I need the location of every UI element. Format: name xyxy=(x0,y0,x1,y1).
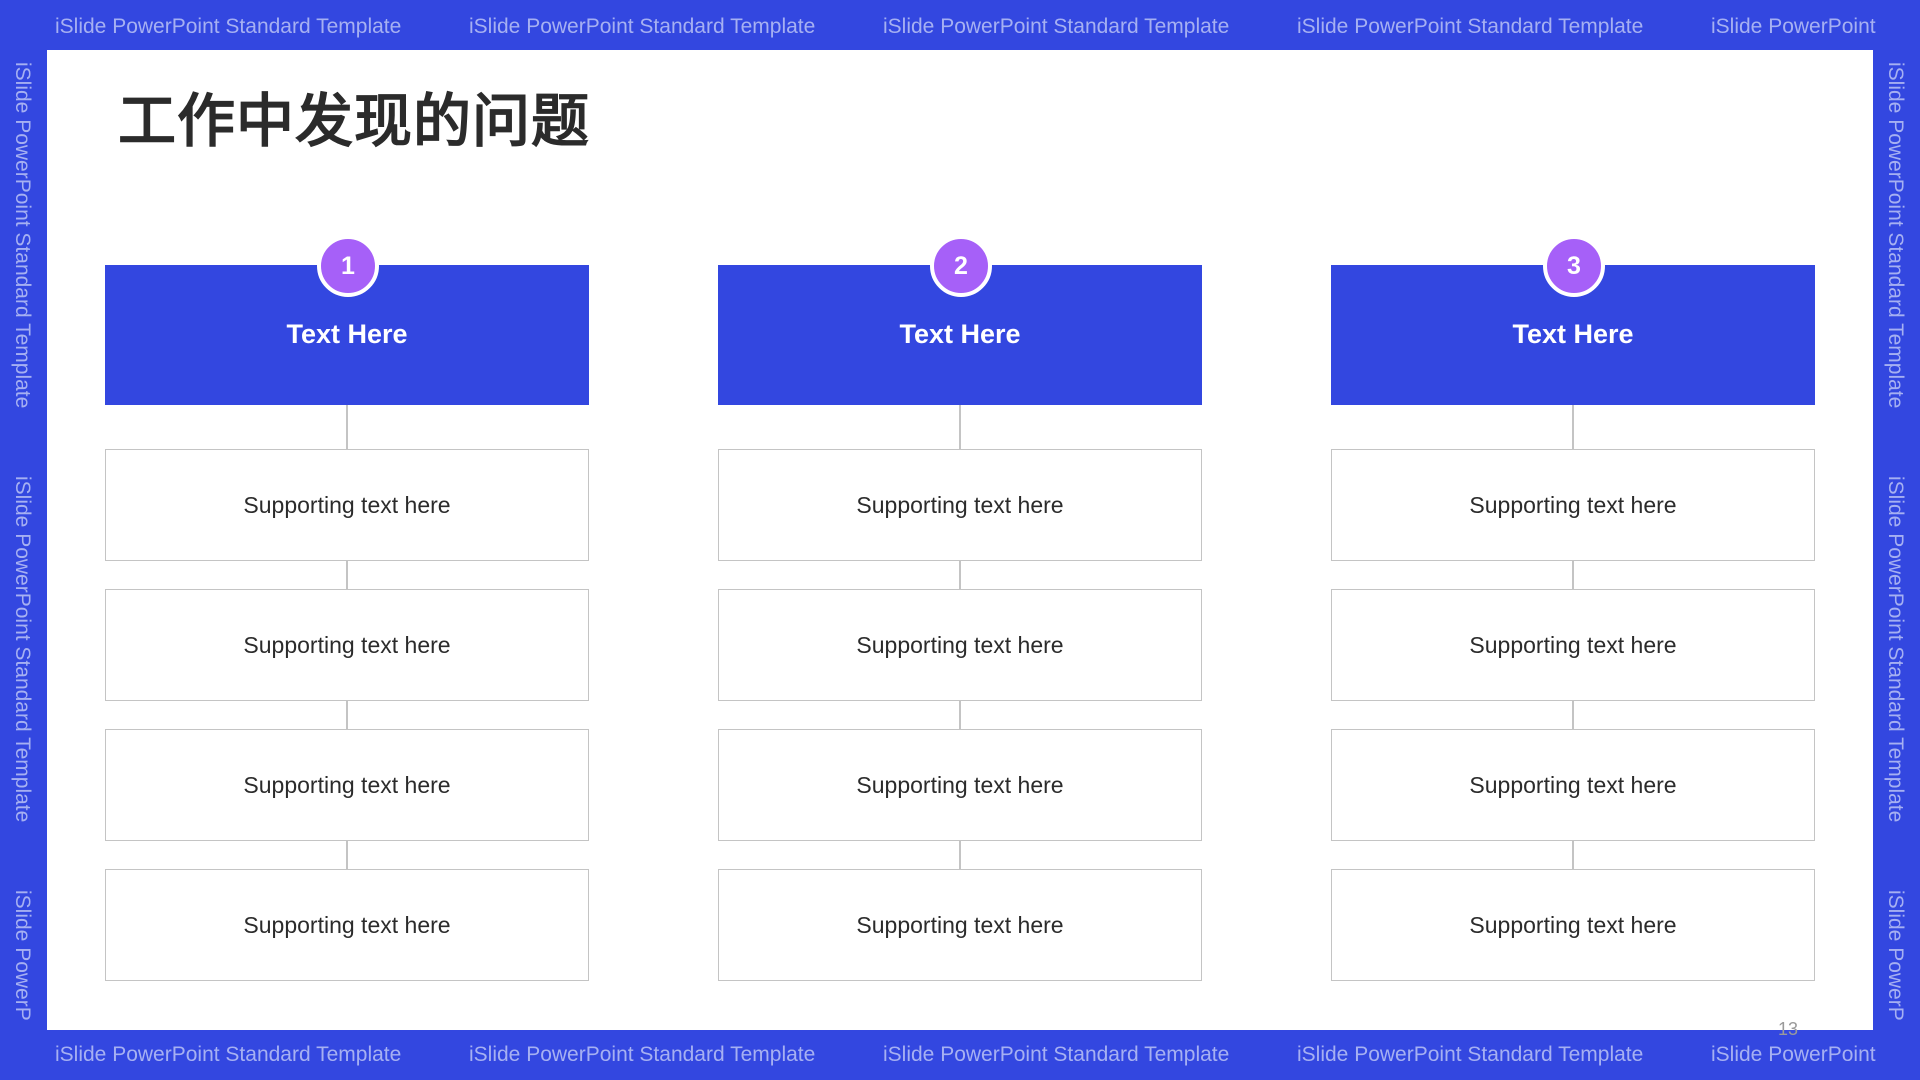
support-box[interactable]: Supporting text here xyxy=(718,729,1202,841)
issue-column-1: Text Here 1 Supporting text here Support… xyxy=(105,235,589,983)
watermark-text: iSlide PowerPoint Standard Template xyxy=(55,1043,402,1066)
watermark-text: iSlide PowerPoint xyxy=(1711,1043,1876,1066)
watermark-text: iSlide PowerPoint Standard Template xyxy=(1884,62,1907,409)
support-box[interactable]: Supporting text here xyxy=(1331,449,1815,561)
connector-line xyxy=(1572,405,1574,449)
left-watermark-band: iSlide PowerPoint Standard Template iSli… xyxy=(0,50,47,1030)
watermark-text: iSlide PowerPoint Standard Template xyxy=(469,15,816,38)
support-box[interactable]: Supporting text here xyxy=(1331,869,1815,981)
connector-line xyxy=(1572,699,1574,729)
support-box[interactable]: Supporting text here xyxy=(1331,589,1815,701)
connector-line xyxy=(346,405,348,449)
support-box[interactable]: Supporting text here xyxy=(718,449,1202,561)
watermark-text: iSlide PowerPoint Standard Template xyxy=(883,15,1230,38)
column-heading: Text Here xyxy=(286,319,408,349)
issue-column-3: Text Here 3 Supporting text here Support… xyxy=(1331,235,1815,983)
watermark-text: iSlide PowerPoint Standard Template xyxy=(11,476,34,823)
connector-line xyxy=(346,699,348,729)
support-box[interactable]: Supporting text here xyxy=(105,449,589,561)
watermark-text: iSlide PowerPoint Standard Template xyxy=(1297,1043,1644,1066)
connector-line xyxy=(959,839,961,869)
support-text: Supporting text here xyxy=(856,911,1064,938)
support-text: Supporting text here xyxy=(243,771,451,798)
support-text: Supporting text here xyxy=(243,491,451,518)
support-box[interactable]: Supporting text here xyxy=(1331,729,1815,841)
slide-title: 工作中发现的问题 xyxy=(118,87,591,155)
support-text: Supporting text here xyxy=(1469,771,1677,798)
connector-line xyxy=(346,839,348,869)
support-text: Supporting text here xyxy=(856,631,1064,658)
support-text: Supporting text here xyxy=(243,631,451,658)
right-watermark-band: iSlide PowerPoint Standard Template iSli… xyxy=(1873,50,1920,1030)
watermark-text: iSlide PowerPoint Standard Template xyxy=(469,1043,816,1066)
number-badge: 1 xyxy=(317,235,379,297)
connector-line xyxy=(959,699,961,729)
watermark-text: iSlide PowerP xyxy=(1884,890,1907,1021)
connector-line xyxy=(959,405,961,449)
top-watermark-band: iSlide PowerPoint Standard Template iSli… xyxy=(0,0,1920,50)
support-text: Supporting text here xyxy=(1469,491,1677,518)
support-text: Supporting text here xyxy=(856,771,1064,798)
watermark-text: iSlide PowerP xyxy=(11,890,34,1021)
watermark-text: iSlide PowerPoint Standard Template xyxy=(1884,476,1907,823)
watermark-text: iSlide PowerPoint xyxy=(1711,15,1876,38)
watermark-text: iSlide PowerPoint Standard Template xyxy=(55,15,402,38)
support-box[interactable]: Supporting text here xyxy=(105,589,589,701)
watermark-text: iSlide PowerPoint Standard Template xyxy=(1297,15,1644,38)
page-number: 13 xyxy=(1778,1019,1799,1039)
support-box[interactable]: Supporting text here xyxy=(105,869,589,981)
support-box[interactable]: Supporting text here xyxy=(718,869,1202,981)
connector-line xyxy=(1572,559,1574,589)
column-heading: Text Here xyxy=(899,319,1021,349)
support-box[interactable]: Supporting text here xyxy=(718,589,1202,701)
support-text: Supporting text here xyxy=(243,911,451,938)
column-heading: Text Here xyxy=(1512,319,1634,349)
watermark-text: iSlide PowerPoint Standard Template xyxy=(883,1043,1230,1066)
support-text: Supporting text here xyxy=(1469,911,1677,938)
connector-line xyxy=(959,559,961,589)
issue-column-2: Text Here 2 Supporting text here Support… xyxy=(718,235,1202,983)
bottom-watermark-band: iSlide PowerPoint Standard Template iSli… xyxy=(0,1030,1920,1080)
number-badge: 3 xyxy=(1543,235,1605,297)
connector-line xyxy=(1572,839,1574,869)
support-box[interactable]: Supporting text here xyxy=(105,729,589,841)
watermark-text: iSlide PowerPoint Standard Template xyxy=(11,62,34,409)
support-text: Supporting text here xyxy=(856,491,1064,518)
support-text: Supporting text here xyxy=(1469,631,1677,658)
number-badge: 2 xyxy=(930,235,992,297)
connector-line xyxy=(346,559,348,589)
